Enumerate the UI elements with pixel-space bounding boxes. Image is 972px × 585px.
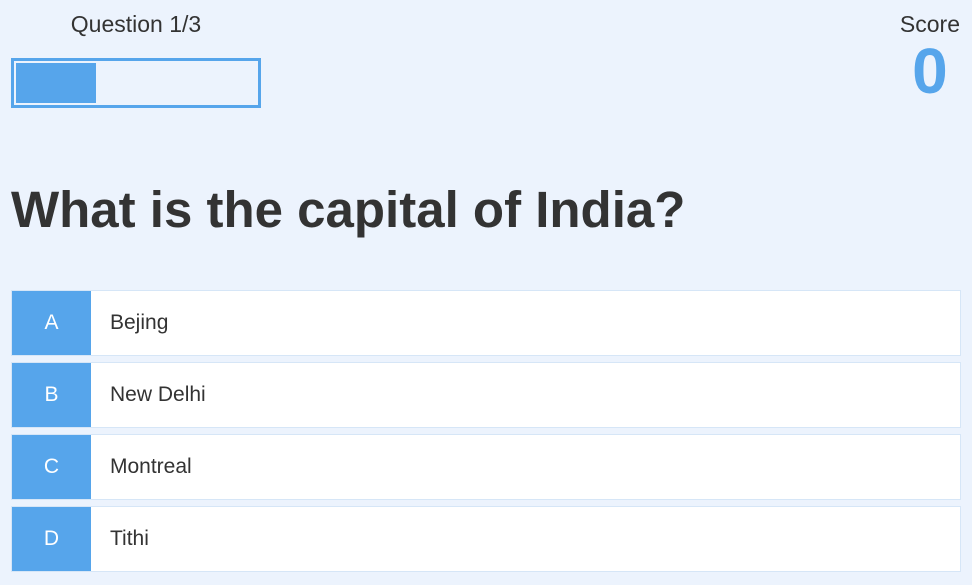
- choice-prefix: C: [12, 435, 91, 499]
- progress-bar-fill: [16, 63, 96, 103]
- question-counter: Question 1/3: [70, 11, 202, 37]
- progress-bar: [11, 58, 261, 108]
- choice-text: Montreal: [110, 455, 192, 478]
- quiz-page: Question 1/3 Score 0 What is the capital…: [0, 0, 972, 585]
- score-value: 0: [912, 35, 948, 107]
- choice-text: Bejing: [110, 311, 169, 334]
- choice-list: A Bejing B New Delhi C Montreal D Tithi: [11, 290, 961, 578]
- choice-text: Tithi: [110, 527, 149, 550]
- question-text: What is the capital of India?: [11, 181, 686, 238]
- choice-text: New Delhi: [110, 383, 206, 406]
- choice-prefix: D: [12, 507, 91, 571]
- choice-b[interactable]: B New Delhi: [11, 362, 961, 428]
- choice-c[interactable]: C Montreal: [11, 434, 961, 500]
- choice-prefix: B: [12, 363, 91, 427]
- score-label: Score: [899, 11, 960, 37]
- choice-a[interactable]: A Bejing: [11, 290, 961, 356]
- choice-prefix: A: [12, 291, 91, 355]
- hud-progress: Question 1/3: [11, 10, 261, 108]
- hud-score: Score 0: [900, 10, 960, 104]
- choice-d[interactable]: D Tithi: [11, 506, 961, 572]
